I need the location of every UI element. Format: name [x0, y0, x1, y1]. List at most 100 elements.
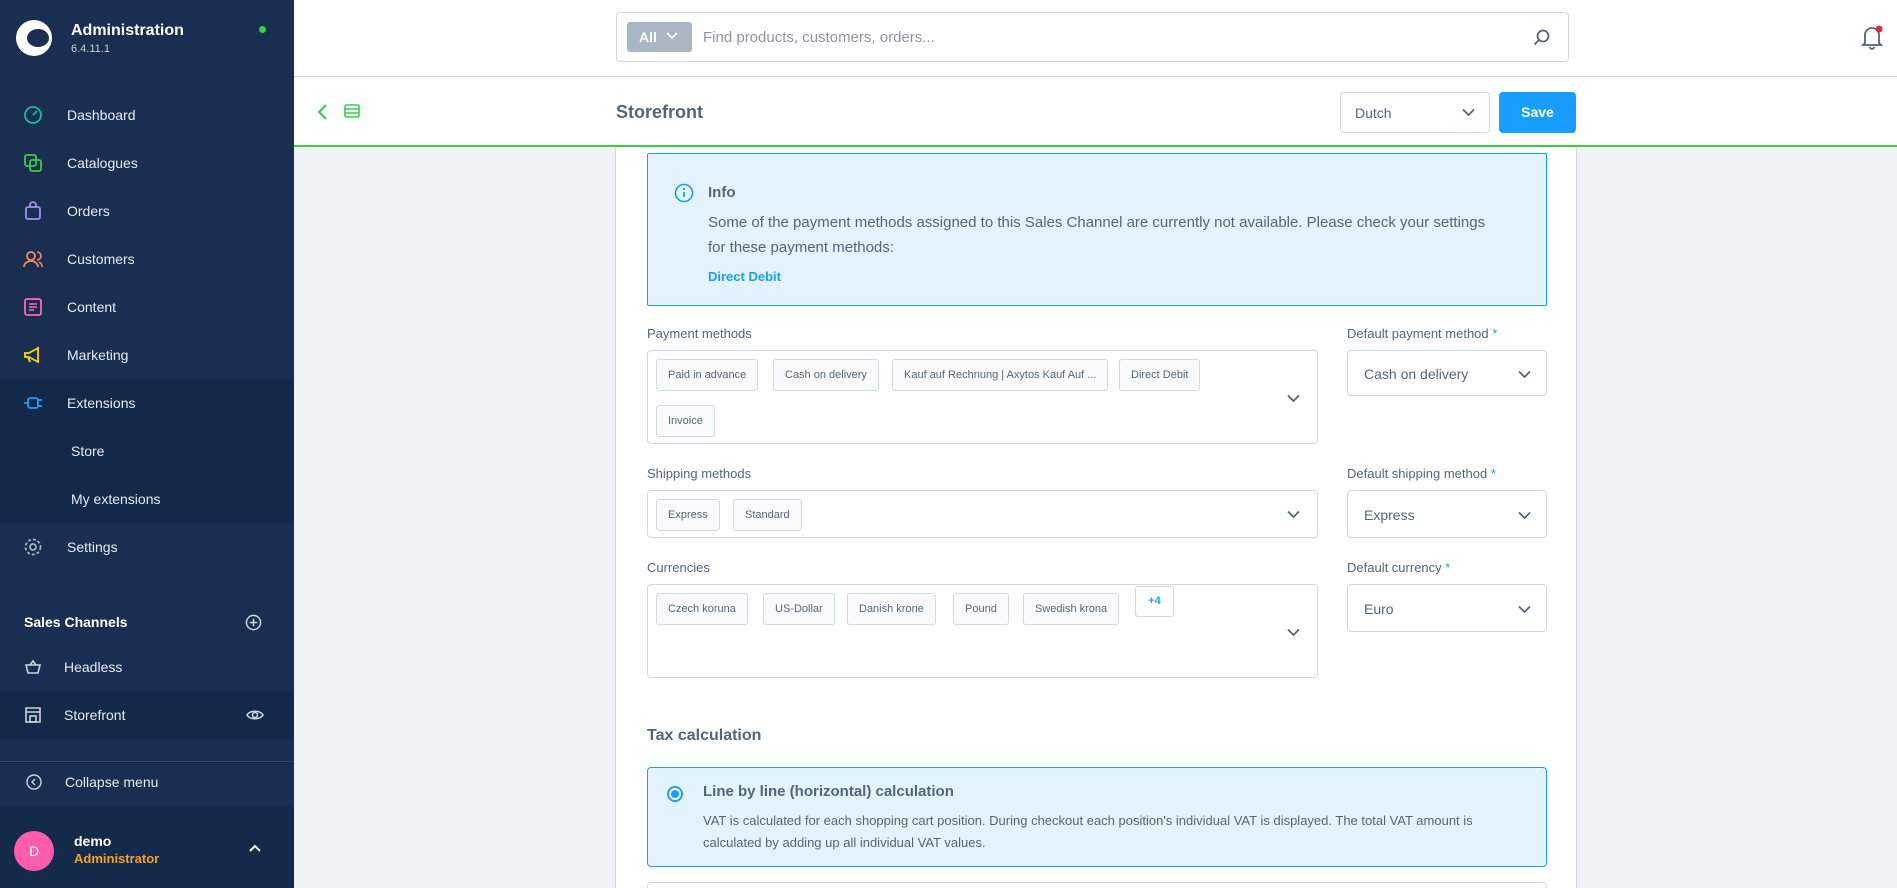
marketing-megaphone-icon: [24, 346, 39, 364]
tax-option-next[interactable]: [647, 882, 1547, 888]
shipping-tag[interactable]: Standard: [733, 499, 802, 531]
currencies-select[interactable]: Czech koruna US-Dollar Danish krone Poun…: [647, 584, 1318, 678]
shipping-tag[interactable]: Express: [656, 499, 720, 531]
sidebar-subitem-label: My extensions: [71, 491, 161, 507]
sidebar-item-customers[interactable]: Customers: [0, 235, 294, 283]
default-payment-select[interactable]: Cash on delivery: [1347, 350, 1547, 396]
currency-tag[interactable]: Czech koruna: [656, 593, 748, 625]
currency-tag[interactable]: Pound: [953, 593, 1009, 625]
default-shipping-label: Default shipping method *: [1347, 466, 1496, 481]
payment-tag[interactable]: Direct Debit: [1119, 359, 1201, 391]
sidebar-item-label: Catalogues: [67, 155, 138, 171]
sidebar-item-catalogues[interactable]: Catalogues: [0, 139, 294, 187]
collapse-arrow-icon: [26, 774, 42, 790]
sidebar-item-settings[interactable]: Settings: [0, 523, 294, 571]
catalogues-icon: [24, 154, 42, 172]
payment-methods-label: Payment methods: [647, 326, 752, 341]
page-title: Storefront: [616, 102, 703, 122]
sidebar-item-orders[interactable]: Orders: [0, 187, 294, 235]
sidebar-item-label: Customers: [67, 251, 135, 267]
brand-title: Administration: [71, 22, 184, 39]
currency-tag[interactable]: Danish krone: [847, 593, 936, 625]
notification-bell-icon[interactable]: [1860, 24, 1884, 50]
info-alert: Info Some of the payment methods assigne…: [647, 153, 1547, 306]
sidebar-item-label: Extensions: [67, 395, 136, 411]
tax-calculation-title: Tax calculation: [647, 727, 762, 744]
brand-header: Administration 6.4.11.1: [0, 0, 294, 78]
sidebar-item-extensions[interactable]: Extensions: [0, 379, 294, 427]
dashboard-icon: [24, 106, 42, 124]
alert-link[interactable]: Direct Debit: [708, 269, 781, 284]
sidebar-item-label: Marketing: [67, 347, 129, 363]
sidebar-subitem-my-extensions[interactable]: My extensions: [0, 475, 294, 523]
list-icon[interactable]: [344, 103, 360, 119]
currency-tag[interactable]: Swedish krona: [1023, 593, 1120, 625]
sidebar-item-marketing[interactable]: Marketing: [0, 331, 294, 379]
save-button[interactable]: Save: [1499, 92, 1576, 133]
currency-tag[interactable]: US-Dollar: [763, 593, 835, 625]
sidebar-item-label: Dashboard: [67, 107, 136, 123]
global-search: All: [616, 12, 1569, 62]
sales-channel-storefront[interactable]: Storefront: [0, 691, 294, 739]
tax-option-title: Line by line (horizontal) calculation: [703, 783, 954, 800]
sidebar-item-label: Orders: [67, 203, 110, 219]
default-payment-value: Cash on delivery: [1364, 366, 1469, 382]
chevron-down-icon: [1518, 511, 1531, 520]
chevron-down-icon: [1462, 108, 1475, 117]
language-value: Dutch: [1355, 105, 1392, 121]
top-header: All: [294, 0, 1897, 77]
tax-option-description: VAT is calculated for each shopping cart…: [703, 813, 1473, 850]
sales-channels-title: Sales Channels: [24, 614, 128, 630]
sales-channel-card: Info Some of the payment methods assigne…: [615, 147, 1577, 888]
search-type-label: All: [639, 29, 657, 45]
collapse-menu-button[interactable]: Collapse menu: [0, 761, 294, 801]
payment-methods-select[interactable]: Paid in advance Cash on delivery Kauf au…: [647, 350, 1318, 444]
add-sales-channel-icon[interactable]: [245, 614, 262, 631]
collapse-menu-label: Collapse menu: [65, 774, 159, 790]
tax-option-horizontal[interactable]: Line by line (horizontal) calculation VA…: [647, 767, 1547, 867]
sales-channel-label: Headless: [64, 659, 123, 675]
payment-tag[interactable]: Paid in advance: [656, 359, 759, 391]
sales-channel-headless[interactable]: Headless: [0, 643, 294, 691]
sidebar-item-content[interactable]: Content: [0, 283, 294, 331]
default-currency-value: Euro: [1364, 601, 1394, 617]
search-type-dropdown[interactable]: All: [627, 22, 692, 52]
sales-channel-label: Storefront: [64, 707, 126, 723]
alert-text: Some of the payment methods assigned to …: [708, 214, 1486, 256]
default-shipping-select[interactable]: Express: [1347, 490, 1547, 538]
storefront-icon: [25, 707, 41, 723]
content-icon: [24, 298, 42, 316]
user-profile[interactable]: D demo Administrator: [0, 807, 294, 888]
extensions-plug-icon: [24, 397, 42, 409]
currencies-label: Currencies: [647, 560, 710, 575]
chevron-down-icon: [666, 32, 678, 40]
default-currency-select[interactable]: Euro: [1347, 584, 1547, 632]
payment-tag[interactable]: Kauf auf Rechnung | Axytos Kauf Auf ...: [892, 359, 1109, 391]
sidebar-item-dashboard[interactable]: Dashboard: [0, 91, 294, 139]
status-online-dot: [259, 26, 266, 33]
shipping-methods-select[interactable]: Express Standard: [647, 490, 1318, 538]
settings-gear-icon: [24, 538, 42, 556]
user-name: demo: [74, 833, 112, 849]
search-icon[interactable]: [1533, 29, 1551, 47]
basket-icon: [24, 659, 42, 674]
radio-selected[interactable]: [667, 786, 683, 802]
more-currencies-badge[interactable]: +4: [1135, 586, 1174, 617]
payment-tag[interactable]: Cash on delivery: [773, 359, 879, 391]
default-payment-label: Default payment method *: [1347, 326, 1498, 341]
chevron-down-icon: [1287, 510, 1300, 519]
language-switch[interactable]: Dutch: [1340, 92, 1490, 133]
sidebar-item-label: Settings: [67, 539, 118, 555]
chevron-up-icon[interactable]: [248, 843, 262, 853]
search-input[interactable]: [703, 22, 1523, 52]
back-arrow-icon[interactable]: [316, 103, 328, 121]
sidebar-item-label: Content: [67, 299, 117, 315]
payment-tag[interactable]: Invoice: [656, 405, 715, 437]
orders-bag-icon: [25, 201, 41, 220]
sidebar-subitem-label: Store: [71, 443, 105, 459]
eye-icon[interactable]: [246, 707, 264, 723]
sidebar-subitem-store[interactable]: Store: [0, 427, 294, 475]
avatar: D: [14, 831, 54, 871]
user-role: Administrator: [74, 851, 160, 866]
shopware-logo-icon[interactable]: [16, 20, 52, 56]
